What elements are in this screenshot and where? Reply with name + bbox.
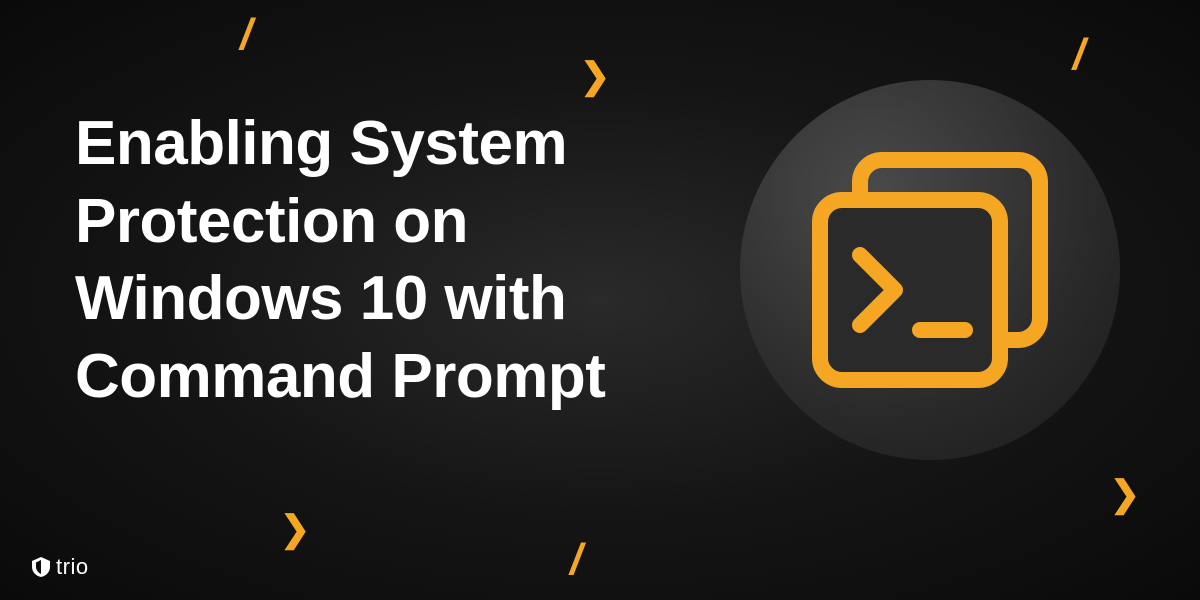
brand-name: trio xyxy=(56,554,89,580)
slash-decoration: / xyxy=(1073,30,1085,80)
chevron-right-icon: ❯ xyxy=(280,508,310,550)
chevron-right-icon: ❯ xyxy=(580,55,610,97)
page-title: Enabling System Protection on Windows 10… xyxy=(75,105,605,415)
slash-decoration: / xyxy=(240,10,252,60)
slash-decoration: / xyxy=(570,535,582,585)
brand-logo: trio xyxy=(32,554,89,580)
shield-icon xyxy=(32,557,50,577)
chevron-right-icon: ❯ xyxy=(1110,473,1140,515)
terminal-icon xyxy=(790,130,1070,410)
